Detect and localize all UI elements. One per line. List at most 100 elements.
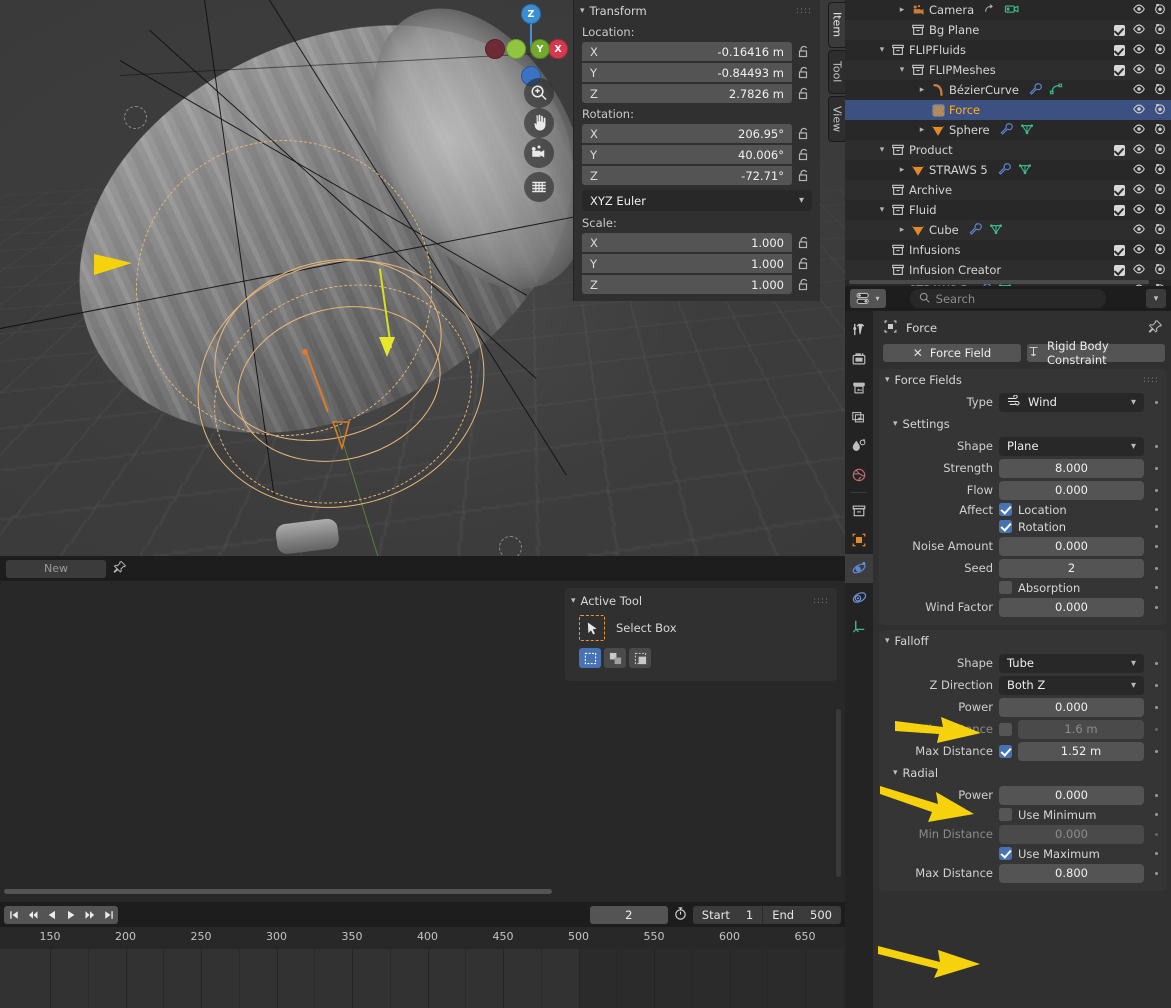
gizmo-ball-neg-x[interactable] bbox=[485, 39, 505, 59]
zoom-icon[interactable] bbox=[524, 78, 554, 108]
location-z-row[interactable]: Z 2.7826 m bbox=[574, 83, 820, 104]
auto-keying-timer-icon[interactable] bbox=[673, 906, 688, 924]
tab-collection[interactable] bbox=[845, 496, 873, 525]
chevron-down-icon[interactable]: ▾ bbox=[895, 60, 909, 80]
lock-icon[interactable] bbox=[796, 147, 812, 163]
sidebar-tab-tool[interactable]: Tool bbox=[828, 50, 845, 94]
settings-subpanel-header[interactable]: ▾ Settings bbox=[879, 413, 1167, 435]
animate-decorator[interactable] bbox=[1150, 400, 1163, 404]
flow-field[interactable]: 0.000 bbox=[999, 480, 1144, 500]
disable-in-renders-icon[interactable] bbox=[1153, 222, 1167, 239]
jump-prev-keyframe-icon[interactable] bbox=[23, 906, 42, 924]
lock-icon[interactable] bbox=[796, 256, 812, 272]
falloff-header[interactable]: ▾ Falloff bbox=[879, 630, 1167, 652]
lock-icon[interactable] bbox=[796, 126, 812, 142]
disable-in-renders-icon[interactable] bbox=[1153, 262, 1167, 279]
tab-tool[interactable] bbox=[845, 315, 873, 344]
properties-options-button[interactable]: ▾ bbox=[1145, 289, 1166, 308]
sidebar-tab-item[interactable]: Item bbox=[828, 2, 845, 48]
wrench-icon[interactable] bbox=[997, 162, 1011, 179]
animate-decorator[interactable] bbox=[1150, 661, 1163, 665]
gizmo-ball-neg-y[interactable] bbox=[506, 39, 526, 59]
mesh-data-icon[interactable] bbox=[989, 222, 1003, 239]
outliner-row[interactable]: ▾ Product bbox=[845, 140, 1171, 160]
hide-in-viewport-icon[interactable] bbox=[1132, 42, 1146, 59]
max-distance-field[interactable]: 1.52 m bbox=[1018, 741, 1144, 761]
max-distance-checkbox[interactable] bbox=[999, 744, 1012, 758]
disable-in-renders-icon[interactable] bbox=[1153, 22, 1167, 39]
outliner-row[interactable]: Infusion Creator bbox=[845, 260, 1171, 280]
exclude-checkbox[interactable] bbox=[1114, 44, 1125, 56]
hide-in-viewport-icon[interactable] bbox=[1132, 142, 1146, 159]
animate-decorator[interactable] bbox=[1150, 566, 1163, 570]
chevron-right-icon[interactable]: ▸ bbox=[915, 80, 929, 100]
active-tool-header[interactable]: ▾ Active Tool :::: bbox=[565, 588, 837, 610]
outliner-row[interactable]: ▾ Fluid bbox=[845, 200, 1171, 220]
animate-decorator[interactable] bbox=[1150, 793, 1163, 797]
disable-in-renders-icon[interactable] bbox=[1153, 142, 1167, 159]
seed-field[interactable]: 2 bbox=[999, 558, 1144, 578]
search-input[interactable]: Search bbox=[909, 289, 1106, 308]
jump-next-keyframe-icon[interactable] bbox=[80, 906, 99, 924]
chevron-right-icon[interactable]: ▸ bbox=[895, 220, 909, 240]
outliner-row[interactable]: Infusions bbox=[845, 240, 1171, 260]
outliner-row[interactable]: Bg Plane bbox=[845, 20, 1171, 40]
animate-decorator[interactable] bbox=[1150, 683, 1163, 687]
outliner-row[interactable]: ▸ STRAWS 5 bbox=[845, 160, 1171, 180]
hand-icon[interactable] bbox=[524, 108, 554, 138]
animate-decorator[interactable] bbox=[1150, 525, 1163, 528]
end-frame-field[interactable]: End 500 bbox=[762, 905, 841, 924]
animate-decorator[interactable] bbox=[1150, 466, 1163, 470]
affect-checkbox[interactable] bbox=[999, 503, 1012, 516]
x-icon[interactable]: ✕ bbox=[913, 347, 923, 359]
lock-icon[interactable] bbox=[796, 86, 812, 102]
hide-in-viewport-icon[interactable] bbox=[1132, 222, 1146, 239]
tab-output[interactable] bbox=[845, 373, 873, 402]
disable-in-renders-icon[interactable] bbox=[1153, 62, 1167, 79]
animate-decorator[interactable] bbox=[1150, 488, 1163, 492]
lock-icon[interactable] bbox=[796, 168, 812, 184]
outliner[interactable]: ▸ Camera Bg Plane ▾ FLIPFluids ▾ FLIPMeshes ▸ Bé… bbox=[845, 0, 1171, 286]
mesh-data-icon[interactable] bbox=[1018, 162, 1032, 179]
lock-icon[interactable] bbox=[796, 65, 812, 81]
camera-data-icon[interactable] bbox=[1004, 2, 1020, 19]
animate-decorator[interactable] bbox=[1150, 727, 1163, 731]
outliner-row[interactable]: ▾ FLIPFluids bbox=[845, 40, 1171, 60]
lock-icon[interactable] bbox=[796, 235, 812, 251]
lock-icon[interactable] bbox=[796, 44, 812, 60]
current-frame-field[interactable]: 2 bbox=[589, 905, 668, 924]
shape-dropdown[interactable]: Plane ▾ bbox=[999, 436, 1144, 456]
rotation-x-row[interactable]: X 206.95° bbox=[574, 123, 820, 144]
location-x-row[interactable]: X -0.16416 m bbox=[574, 41, 820, 62]
radial-subpanel-header[interactable]: ▾ Radial bbox=[879, 762, 1167, 784]
start-frame-field[interactable]: Start 1 bbox=[693, 906, 762, 924]
gizmo-ball-z[interactable]: Z bbox=[521, 4, 541, 24]
transform-panel-header[interactable]: ▾ Transform :::: bbox=[574, 0, 820, 22]
animate-decorator[interactable] bbox=[1150, 871, 1163, 875]
panel-drag-grip[interactable]: :::: bbox=[1143, 375, 1159, 385]
hide-in-viewport-icon[interactable] bbox=[1132, 242, 1146, 259]
timeline-ruler[interactable]: 150 200 250 300 350 400 450 500 550 600 650 bbox=[0, 927, 845, 949]
exclude-checkbox[interactable] bbox=[1114, 204, 1125, 216]
location-y-row[interactable]: Y -0.84493 m bbox=[574, 62, 820, 83]
max-distance-field[interactable]: 0.800 bbox=[999, 863, 1144, 883]
chevron-right-icon[interactable]: ▸ bbox=[895, 0, 909, 20]
animate-decorator[interactable] bbox=[1150, 705, 1163, 709]
disable-in-renders-icon[interactable] bbox=[1153, 242, 1167, 259]
exclude-checkbox[interactable] bbox=[1114, 244, 1125, 256]
outliner-row[interactable]: ▸ Cube bbox=[845, 220, 1171, 240]
exclude-checkbox[interactable] bbox=[1114, 144, 1125, 156]
disable-in-renders-icon[interactable] bbox=[1153, 162, 1167, 179]
min-distance-field[interactable]: 0.000 bbox=[999, 824, 1144, 844]
force-type-dropdown[interactable]: Wind ▾ bbox=[999, 392, 1144, 412]
min-distance-checkbox[interactable] bbox=[999, 722, 1012, 736]
timeline-track-area[interactable] bbox=[0, 949, 845, 1008]
animate-decorator[interactable] bbox=[1150, 832, 1163, 836]
tab-view-layer[interactable] bbox=[845, 402, 873, 431]
outliner-row[interactable]: ▸ Sphere bbox=[845, 120, 1171, 140]
hide-in-viewport-icon[interactable] bbox=[1132, 262, 1146, 279]
power-field[interactable]: 0.000 bbox=[999, 785, 1144, 805]
hide-in-viewport-icon[interactable] bbox=[1132, 162, 1146, 179]
chevron-right-icon[interactable]: ▸ bbox=[895, 160, 909, 180]
exclude-checkbox[interactable] bbox=[1114, 24, 1125, 36]
